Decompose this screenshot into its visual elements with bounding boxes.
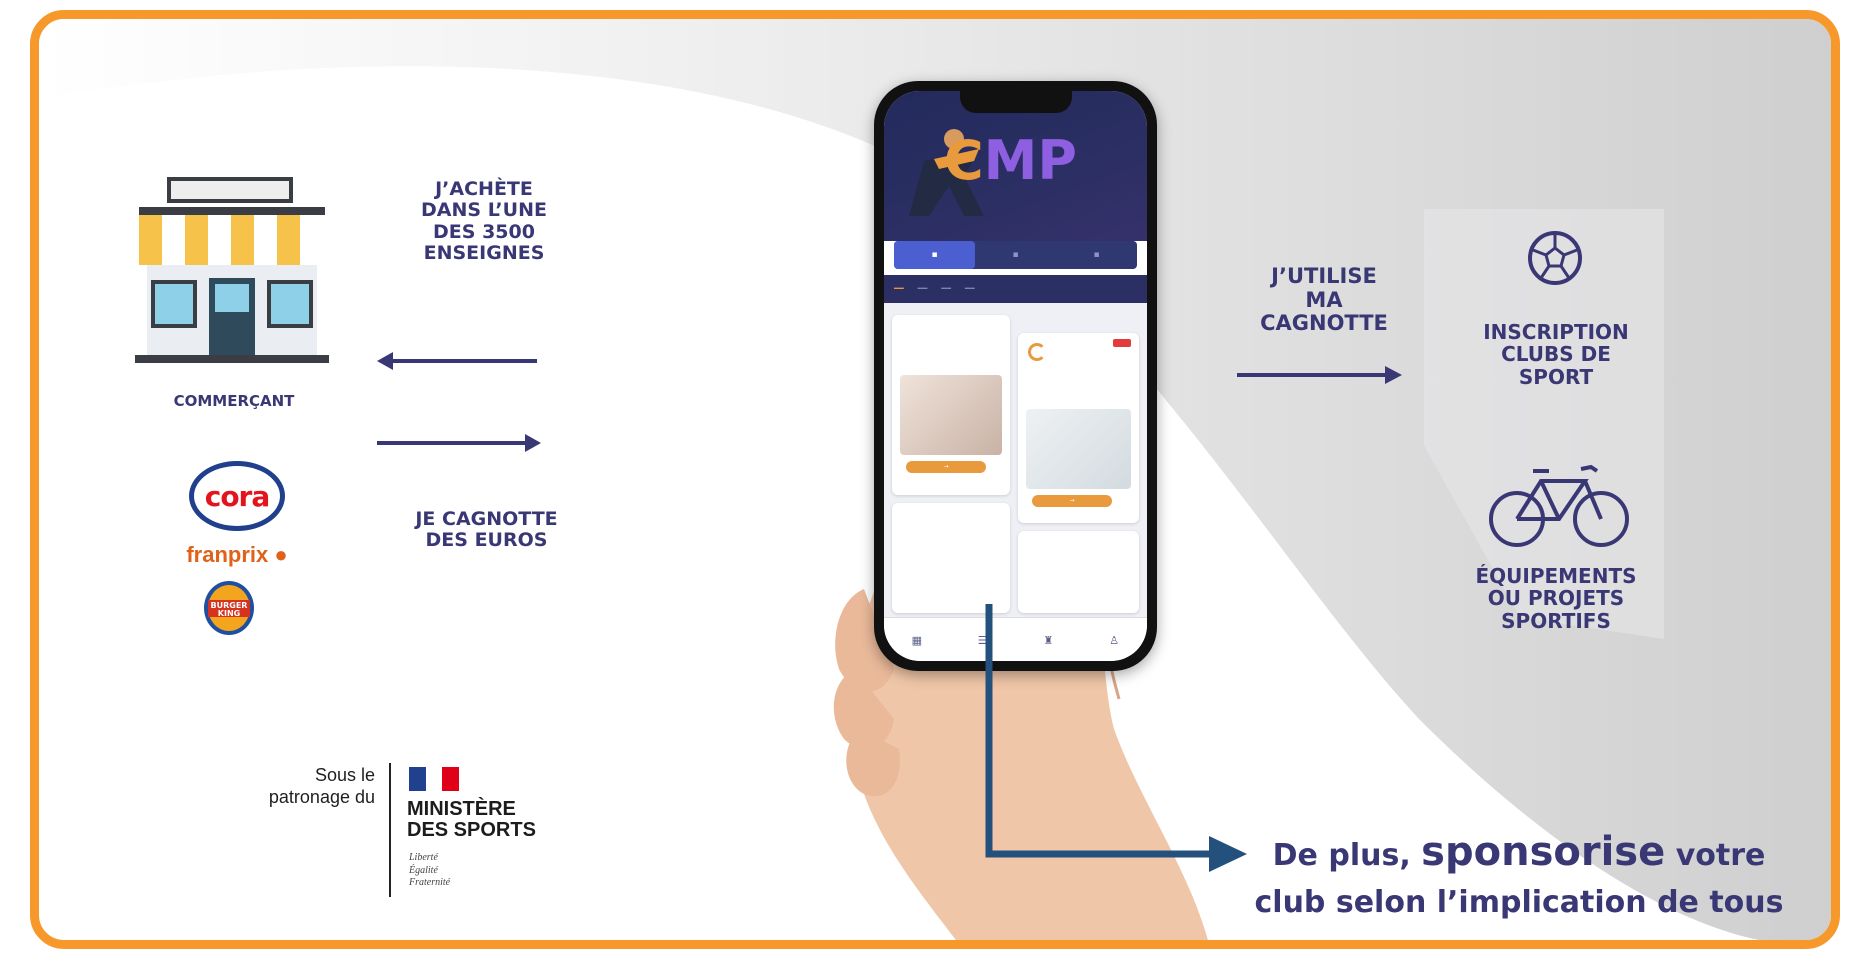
offer-card[interactable]	[892, 503, 1010, 613]
app-category[interactable]: ━━	[941, 275, 951, 303]
use-step-text: J’UTILISE MA CAGNOTTE	[1234, 264, 1414, 336]
offer-card-image	[900, 375, 1002, 455]
offers-icon: ▦	[911, 633, 923, 647]
offer-card[interactable]	[1018, 531, 1139, 613]
svg-text:KING: KING	[218, 609, 240, 618]
patronage-divider	[389, 763, 391, 897]
sponsor-message: De plus, sponsorise votre club selon l’i…	[1199, 823, 1831, 925]
phone-notch	[960, 91, 1072, 113]
offer-card-badge: →	[906, 461, 986, 473]
soccer-ball-icon	[1528, 231, 1582, 285]
nav-item[interactable]: ▦	[884, 618, 950, 661]
use-line: MA	[1305, 287, 1343, 312]
app-tab[interactable]: ▪	[894, 241, 975, 269]
arrow-right-icon	[1237, 366, 1402, 384]
arrow-left-icon	[377, 352, 537, 370]
cashback-line: JE CAGNOTTE	[415, 508, 558, 530]
use-line: CAGNOTTE	[1260, 311, 1388, 336]
buy-line: J’ACHÈTE	[435, 178, 533, 200]
marianne-flag-icon	[409, 767, 459, 791]
app-tab[interactable]: ▪	[1056, 241, 1137, 269]
registration-text: INSCRIPTION CLUBS DE SPORT	[1451, 320, 1661, 389]
burger-king-logo: BURGER KING	[204, 581, 254, 635]
promo-tag	[1113, 339, 1131, 347]
motto-line: Fraternité	[409, 877, 451, 888]
offer-card[interactable]: →	[1018, 333, 1139, 523]
buy-line: DES 3500	[433, 220, 535, 243]
app-feed: → →	[884, 303, 1147, 617]
franprix-logo: franprix ●	[186, 542, 288, 567]
app-category[interactable]: ━━	[918, 275, 928, 303]
app-tab[interactable]: ▪	[975, 241, 1056, 269]
app-header: CMP	[884, 91, 1147, 241]
sponsor-suffix: votre	[1675, 838, 1766, 873]
franprix-logo-text: franprix	[186, 542, 269, 567]
patronage-intro: Sous le patronage du	[199, 765, 375, 808]
buy-line: DANS L’UNE	[421, 199, 547, 222]
use-line: J’UTILISE	[1271, 264, 1377, 288]
equipment-line: OU PROJETS	[1487, 586, 1625, 611]
cora-logo: cora	[189, 461, 285, 531]
equipment-line: SPORTIFS	[1501, 608, 1611, 633]
offer-card-badge: →	[1032, 495, 1112, 507]
infographic-frame: J’ACHÈTE DANS L’UNE DES 3500 ENSEIGNES C…	[30, 10, 1840, 949]
motto-line: Égalité	[409, 864, 438, 876]
equipment-line: ÉQUIPEMENTS	[1475, 564, 1637, 588]
cora-logo-text: cora	[204, 479, 271, 513]
app-categories: ━━ ━━ ━━ ━━	[884, 275, 1147, 303]
cashback-line: DES EUROS	[425, 529, 548, 552]
sponsor-highlight: sponsorise	[1421, 829, 1666, 875]
registration-line: INSCRIPTION	[1483, 320, 1629, 344]
buy-step-text: J’ACHÈTE DANS L’UNE DES 3500 ENSEIGNES	[379, 178, 589, 264]
motto-line: Liberté	[409, 852, 438, 863]
offer-card-image	[1026, 409, 1131, 489]
patronage-line: patronage du	[268, 786, 375, 807]
ministry-name: MINISTÈRE DES SPORTS	[407, 799, 536, 841]
equipment-text: ÉQUIPEMENTS OU PROJETS SPORTIFS	[1451, 564, 1661, 633]
republic-motto: Liberté Égalité Fraternité	[409, 852, 450, 890]
merchant-label: COMMERÇANT	[173, 392, 295, 410]
smartphone: CMP ▪ ▪ ▪ ━━ ━━ ━━ ━━ → → ▦ ☰ ♜ ♙	[874, 81, 1157, 671]
registration-line: CLUBS DE	[1501, 342, 1611, 367]
sponsor-prefix: De plus,	[1272, 838, 1411, 873]
cashback-step-text: JE CAGNOTTE DES EUROS	[379, 508, 594, 552]
courir-logo-icon	[1028, 343, 1046, 361]
app-category[interactable]: ━━	[894, 275, 904, 303]
app-logo: CMP	[944, 129, 1077, 192]
sponsor-line-1: De plus, sponsorise votre	[1199, 823, 1831, 881]
registration-line: SPORT	[1518, 364, 1594, 389]
app-tabs: ▪ ▪ ▪	[894, 241, 1137, 269]
arrow-right-icon	[377, 434, 541, 452]
sponsor-line-2: club selon l’implication de tous	[1254, 885, 1784, 920]
patronage-line: Sous le	[314, 765, 375, 785]
ministry-line: DES SPORTS	[407, 819, 536, 841]
buy-line: ENSEIGNES	[423, 241, 545, 264]
app-screen: CMP ▪ ▪ ▪ ━━ ━━ ━━ ━━ → → ▦ ☰ ♜ ♙	[884, 91, 1147, 661]
store-icon	[135, 177, 329, 363]
app-category[interactable]: ━━	[965, 275, 975, 303]
bicycle-icon	[1489, 464, 1629, 547]
ministry-line: MINISTÈRE	[407, 798, 516, 820]
offer-card[interactable]: →	[892, 315, 1010, 495]
